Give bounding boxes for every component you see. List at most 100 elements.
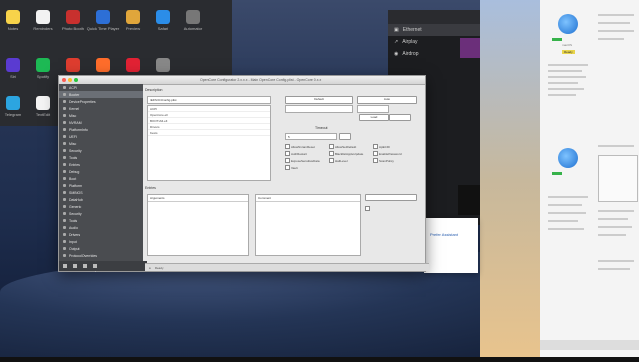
app-icon — [6, 96, 20, 110]
option-checkbox[interactable]: ApECID — [373, 144, 390, 149]
doc-line — [548, 70, 582, 72]
sidebar-item[interactable]: Misc — [59, 140, 143, 147]
sidebar-item-icon — [63, 247, 66, 250]
remove-icon[interactable] — [73, 264, 77, 268]
add-icon[interactable] — [63, 264, 67, 268]
option-checkbox[interactable]: ScanPolicy — [373, 158, 394, 163]
timeout-field[interactable]: 5 — [285, 133, 337, 140]
app-label: Siri — [10, 74, 16, 79]
launchpad-app[interactable]: TextEdit — [32, 96, 54, 117]
gear-icon[interactable] — [83, 264, 87, 268]
comment-table[interactable]: Comment — [255, 194, 361, 256]
sidebar-item-icon — [63, 198, 66, 201]
option-checkbox[interactable]: AllowNvramReset — [285, 144, 315, 149]
sidebar-item[interactable]: UEFI — [59, 133, 143, 140]
app-icon — [36, 58, 50, 72]
sidebar-item[interactable]: Entries — [59, 161, 143, 168]
sidebar-item[interactable]: PlatformInfo — [59, 126, 143, 133]
load-button[interactable]: Load — [359, 114, 389, 121]
sidebar-item[interactable]: Kernel — [59, 105, 143, 112]
launchpad-app[interactable]: Siri — [2, 58, 24, 79]
checkbox-label: ApECID — [379, 144, 390, 149]
entries-dropdown[interactable] — [365, 194, 417, 201]
sidebar-item[interactable]: Security — [59, 210, 143, 217]
launchpad-app[interactable]: Telegram — [2, 96, 24, 117]
launchpad-app[interactable]: Safari — [152, 10, 174, 31]
status-green-badge — [552, 172, 562, 175]
share-icon[interactable] — [93, 264, 97, 268]
sidebar-item-icon — [63, 170, 66, 173]
launchpad-app[interactable]: Preview — [122, 10, 144, 31]
doc-line — [598, 234, 626, 236]
panel-item-ethernet[interactable]: ▣ Ethernet — [388, 24, 480, 36]
checkbox-box — [285, 151, 290, 156]
sidebar-item[interactable]: SMBIOS — [59, 189, 143, 196]
timeout-stepper[interactable] — [339, 133, 351, 140]
path-field[interactable]: \EFI\OC\Config.plist — [147, 96, 271, 104]
sidebar-item[interactable]: DeviceProperties — [59, 98, 143, 105]
minimize-button[interactable] — [68, 78, 72, 82]
launchpad-app[interactable]: Notes — [2, 10, 24, 31]
status-bar: ● Ready — [145, 263, 429, 271]
doc-line — [548, 82, 578, 84]
assistant-popup[interactable]: Prefer Assistant — [424, 218, 478, 273]
launchpad-app[interactable]: Quick Time Player — [87, 10, 119, 31]
sidebar-item[interactable]: Platform — [59, 182, 143, 189]
section-title: Entries — [145, 186, 156, 190]
sidebar-item[interactable]: Tools — [59, 154, 143, 161]
launchpad-app[interactable]: Automator — [182, 10, 204, 31]
sidebar-item-icon — [63, 149, 66, 152]
stepper[interactable] — [389, 114, 411, 121]
sidebar-item-icon — [63, 212, 66, 215]
option-checkbox[interactable]: HaltLevel — [329, 158, 348, 163]
launchpad-app[interactable]: Spotify — [32, 58, 54, 79]
bottom-edge — [0, 357, 639, 362]
sidebar-item[interactable]: Security — [59, 147, 143, 154]
doc-line — [548, 220, 578, 222]
sidebar-item[interactable]: Drivers — [59, 231, 143, 238]
sidebar-item[interactable]: Debug — [59, 168, 143, 175]
option-checkbox[interactable]: BlacklistAppleUpdate — [329, 151, 363, 156]
zoom-button[interactable] — [74, 78, 78, 82]
config-dropdown[interactable]: Default — [285, 96, 353, 104]
launchpad-app[interactable]: Reminders — [32, 10, 54, 31]
value-field[interactable] — [285, 105, 353, 113]
app-thumbnail — [460, 38, 480, 58]
sidebar-item[interactable]: Generic — [59, 203, 143, 210]
arguments-table[interactable]: Arguments — [147, 194, 249, 256]
option-checkbox[interactable]: AuthRestart — [285, 151, 307, 156]
app-icon — [126, 10, 140, 24]
sidebar-item-label: Tools — [69, 218, 78, 223]
sidebar-item[interactable]: ProtocolOverrides — [59, 252, 143, 259]
path-value: \EFI\OC\Config.plist — [150, 98, 177, 102]
option-checkbox[interactable]: ExposeSensitiveData — [285, 158, 320, 163]
sidebar-item-label: Debug — [69, 169, 80, 174]
sidebar-item[interactable]: Misc — [59, 112, 143, 119]
list-item[interactable]: Kexts — [148, 130, 270, 136]
checkbox-label: ExposeSensitiveData — [291, 158, 320, 163]
sidebar-item[interactable]: Boot — [59, 175, 143, 182]
option-checkbox[interactable]: Vault — [285, 165, 298, 170]
sidebar-item[interactable]: Tools — [59, 217, 143, 224]
close-button[interactable] — [62, 78, 66, 82]
launchpad-app[interactable]: Photo Booth — [62, 10, 84, 31]
option-checkbox[interactable]: EnablePassword — [373, 151, 402, 156]
app-icon — [6, 58, 20, 72]
sidebar-item-icon — [63, 156, 66, 159]
mode-dropdown[interactable]: Auto — [357, 96, 417, 104]
window-title: OpenCore Configurator 2.x.x.x - Main Ope… — [200, 78, 322, 82]
sidebar-item[interactable]: NVRAM — [59, 119, 143, 126]
entries-checkbox[interactable] — [365, 206, 370, 211]
sidebar-item[interactable]: DataHub — [59, 196, 143, 203]
sidebar-item[interactable]: Booter — [59, 91, 143, 98]
small-field[interactable] — [357, 105, 389, 113]
sidebar-item-icon — [63, 142, 66, 145]
sidebar-item[interactable]: Output — [59, 245, 143, 252]
sidebar-item[interactable]: ACPI — [59, 84, 143, 91]
app-label: Spotify — [36, 74, 50, 79]
sidebar-item[interactable]: Input — [59, 238, 143, 245]
sidebar-item[interactable]: Audio — [59, 224, 143, 231]
top-list[interactable]: ACPI OpenCore.efi BOOTx64.efi Drivers Kexts — [147, 105, 271, 181]
option-checkbox[interactable]: AllowSetDefault — [329, 144, 356, 149]
app-icon — [186, 10, 200, 24]
